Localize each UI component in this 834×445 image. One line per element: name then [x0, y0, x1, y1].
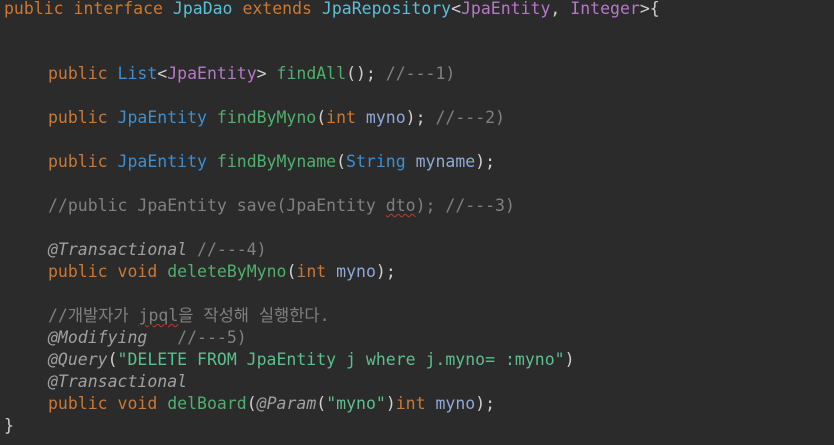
code-line-commented-save: //public JpaEntity save(JpaEntity dto); … — [4, 195, 515, 217]
generic-open: < — [451, 0, 461, 18]
generic-id-type: Integer — [570, 0, 640, 18]
generic-close: > — [639, 0, 650, 18]
keyword-extends: extends — [242, 0, 312, 18]
method-name: findByMyname — [216, 152, 337, 171]
method-name: deleteByMyno — [167, 262, 287, 281]
param-type: int — [326, 108, 356, 127]
code-line-find-by-myno: public JpaEntity findByMyno(int myno); /… — [4, 107, 505, 129]
generic-open: < — [157, 64, 168, 83]
keyword-public: public — [48, 394, 108, 413]
code-line-del-board: public void delBoard(@Param("myno")int m… — [4, 393, 495, 415]
query-string: "DELETE FROM JpaEntity j where j.myno= :… — [117, 350, 565, 369]
method-name: findAll — [276, 64, 347, 83]
param-annotation-value: "myno" — [326, 394, 386, 413]
generic-separator: , — [550, 0, 571, 18]
method-name: findByMyno — [216, 108, 317, 127]
param-name: myno — [435, 394, 476, 413]
paren-open: ( — [286, 262, 297, 281]
code-line-find-all: public List<JpaEntity> findAll(); //---1… — [4, 63, 455, 85]
method-parens: (); — [346, 64, 376, 83]
code-line-korean-comment: //개발자가 jpql을 작성해 실행한다. — [4, 305, 330, 327]
generic-entity-type: JpaEntity — [461, 0, 551, 18]
comment-text-end: 을 작성해 실행한다. — [178, 306, 330, 325]
annotation: @Modifying — [48, 328, 148, 347]
keyword-public: public — [48, 64, 108, 83]
paren-close: ) — [564, 350, 575, 369]
code-line-closing-brace: } — [4, 415, 14, 437]
comment-text: //public JpaEntity save(JpaEntity — [48, 196, 386, 215]
annotation: @Transactional — [48, 372, 188, 391]
code-line-interface-declaration: public interface JpaDao extends JpaRepos… — [4, 0, 660, 20]
paren-close: ); — [475, 152, 496, 171]
code-line-transactional-annotation-2: @Transactional — [4, 371, 187, 393]
param-name: myno — [365, 108, 406, 127]
keyword-void: void — [117, 394, 158, 413]
code-line-find-by-myname: public JpaEntity findByMyname(String myn… — [4, 151, 495, 173]
interface-name: JpaDao — [172, 0, 233, 18]
paren-close: ); — [375, 262, 396, 281]
keyword-interface: interface — [73, 0, 163, 18]
paren-open: ( — [107, 350, 118, 369]
code-line-delete-by-myno: public void deleteByMyno(int myno); — [4, 261, 396, 283]
param-type: int — [296, 262, 327, 281]
comment-dto-word: dto — [385, 196, 416, 215]
paren-open: ( — [316, 108, 327, 127]
param-annotation-open: ( — [316, 394, 327, 413]
param-type: String — [346, 152, 406, 171]
annotation: @Query — [48, 350, 108, 369]
line-comment: //---4) — [187, 240, 267, 259]
comment-text-end: ); //---3) — [415, 196, 515, 215]
return-type-list: List — [117, 64, 158, 83]
paren-close: ); — [405, 108, 426, 127]
open-brace: { — [649, 0, 660, 18]
keyword-public: public — [48, 108, 108, 127]
comment-jpql-word: jpql — [138, 306, 179, 325]
line-comment: //---1) — [375, 64, 456, 83]
keyword-public: public — [4, 0, 64, 18]
method-name: delBoard — [167, 394, 247, 413]
keyword-void: void — [117, 262, 158, 281]
code-line-transactional-annotation: @Transactional //---4) — [4, 239, 267, 261]
line-comment: //---5) — [147, 328, 247, 347]
code-editor[interactable]: public interface JpaDao extends JpaRepos… — [0, 0, 834, 445]
paren-close: ); — [475, 394, 496, 413]
generic-close: > — [256, 64, 277, 83]
code-line-query-annotation: @Query("DELETE FROM JpaEntity j where j.… — [4, 349, 575, 371]
param-annotation-close: ) — [385, 394, 396, 413]
paren-open: ( — [336, 152, 347, 171]
code-line-modifying-annotation: @Modifying //---5) — [4, 327, 247, 349]
parent-interface-name: JpaRepository — [321, 0, 452, 18]
keyword-public: public — [48, 152, 108, 171]
return-type: JpaEntity — [117, 152, 207, 171]
annotation: @Transactional — [48, 240, 188, 259]
line-comment: //---2) — [425, 108, 506, 127]
return-type: JpaEntity — [117, 108, 207, 127]
close-brace: } — [4, 416, 14, 435]
comment-text: //개발자가 — [48, 306, 139, 325]
param-annotation: @Param — [256, 394, 317, 413]
param-name: myno — [336, 262, 376, 281]
param-name: myname — [415, 152, 476, 171]
generic-entity-type: JpaEntity — [167, 64, 257, 83]
param-type: int — [395, 394, 426, 413]
paren-open: ( — [246, 394, 257, 413]
keyword-public: public — [48, 262, 108, 281]
